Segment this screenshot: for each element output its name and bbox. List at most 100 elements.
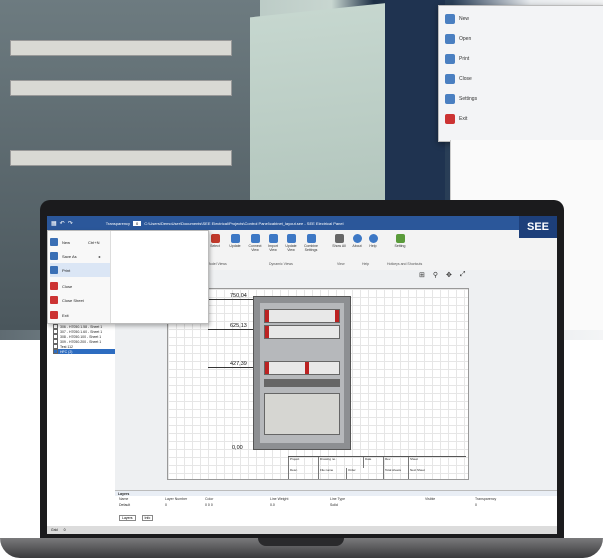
menu-label: Settings	[459, 96, 478, 102]
ribbon-button-setting[interactable]: Setting	[392, 234, 408, 248]
save-icon	[50, 252, 58, 260]
ribbon-group-label: View	[337, 262, 345, 266]
menu-item-close-sheet[interactable]: Close Sheet	[50, 293, 110, 307]
tree-item-selected[interactable]: HFC (2)	[53, 349, 115, 354]
terminal-block	[264, 393, 340, 435]
app-menu-icon[interactable]: ▦	[51, 220, 57, 227]
ribbon-button-combine-settings[interactable]: Combine Settings	[303, 234, 319, 252]
status-bar: Grid 0	[47, 526, 557, 534]
menu-item-print[interactable]: Print	[50, 263, 110, 277]
redo-icon[interactable]: ↷	[68, 220, 73, 227]
open-icon	[445, 34, 455, 44]
menu-label: Print	[459, 56, 470, 62]
menu-item-close[interactable]: Close	[50, 279, 110, 293]
layers-panel: Layers Name Layer Number Color Line Weig…	[115, 490, 557, 527]
app-window: ▦ ↶ ↷ Transparency 0 C:\Users\DemoUser\D…	[47, 216, 557, 534]
title-bar: ▦ ↶ ↷ Transparency 0 C:\Users\DemoUser\D…	[47, 216, 557, 230]
title-path: C:\Users\DemoUser\Documents\SEE Electric…	[144, 220, 344, 226]
ribbon-button-select[interactable]: Select	[207, 234, 223, 248]
settings-icon	[445, 94, 455, 104]
grid-toggle[interactable]: Grid	[51, 528, 58, 532]
din-rail	[10, 40, 232, 56]
zoom-icon[interactable]: ⚲	[433, 271, 438, 279]
ribbon-button-about[interactable]: About	[349, 234, 365, 248]
exit-icon	[445, 114, 455, 124]
info-icon	[352, 234, 362, 243]
file-menu-list: New Ctrl+N Save As ▸ Print Close Close She…	[48, 231, 111, 323]
drawing-sheet: 750,04 625,13 427,39 0,00 Project Drawin…	[167, 288, 469, 480]
ribbon-button-update[interactable]: Update	[227, 234, 243, 248]
ribbon-button-import-view[interactable]: Import View	[265, 234, 281, 252]
see-logo: SEE	[519, 216, 557, 238]
din-rail	[10, 150, 232, 166]
menu-label: Close	[459, 76, 472, 82]
dimension-line	[208, 367, 253, 368]
menu-item-new[interactable]: New Ctrl+N	[50, 235, 110, 249]
sheet-icon	[53, 349, 58, 354]
column-header[interactable]: Transparency	[475, 497, 496, 501]
tab-layers[interactable]: Layers	[119, 515, 136, 521]
din-rail	[10, 80, 232, 96]
device-row	[264, 361, 340, 375]
transparency-label: Transparency	[105, 220, 131, 226]
ribbon-group-label: Hotkeys and Shortcuts	[387, 262, 423, 266]
column-header[interactable]: Layer Number	[165, 497, 187, 501]
connect-view-icon	[250, 234, 260, 243]
dimension-line	[208, 299, 253, 300]
background-menu-window: New Open Print Close Settings Exit	[438, 5, 603, 142]
ribbon-group-label: Help	[362, 262, 370, 266]
view-tools: ⊞ ⚲ ✥ ⤢	[419, 271, 466, 279]
layers-title: Layers	[115, 491, 557, 496]
cable-duct	[264, 379, 340, 387]
layer-type[interactable]: Solid	[330, 503, 338, 507]
menu-item-exit[interactable]: Exit	[50, 308, 110, 322]
ribbon-button-show-all[interactable]: Show All	[331, 234, 347, 248]
layer-color[interactable]: 0 0 0	[205, 503, 213, 507]
column-header[interactable]: Color	[205, 497, 213, 501]
import-view-icon	[268, 234, 278, 243]
layer-number: 0	[165, 503, 167, 507]
ribbon-button-connect-view[interactable]: Connect View	[247, 234, 263, 252]
laptop-notch	[258, 538, 344, 546]
column-header[interactable]: Line Type	[330, 497, 345, 501]
menu-label: Open	[459, 36, 472, 42]
close-icon	[50, 282, 58, 290]
layer-transparency[interactable]: 0	[475, 503, 477, 507]
column-header[interactable]: Visible	[425, 497, 435, 501]
menu-label: Exit	[459, 116, 468, 122]
ribbon-button-update-view[interactable]: Update View	[283, 234, 299, 252]
exit-icon	[50, 311, 58, 319]
new-icon	[50, 238, 58, 246]
dimension-line	[208, 329, 253, 330]
menu-item-save-as[interactable]: Save As ▸	[50, 249, 110, 263]
eye-icon	[334, 234, 344, 243]
file-menu: New Ctrl+N Save As ▸ Print Close Close She…	[47, 230, 209, 324]
column-header[interactable]: Name	[119, 497, 128, 501]
update-icon	[230, 234, 240, 243]
print-icon	[445, 54, 455, 64]
cabinet-layout[interactable]	[253, 296, 351, 450]
column-header[interactable]: Line Weight	[270, 497, 288, 501]
update-view-icon	[286, 234, 296, 243]
undo-icon[interactable]: ↶	[60, 220, 65, 227]
select-icon	[210, 234, 220, 243]
device-row	[264, 325, 340, 339]
tab-info[interactable]: Info	[141, 515, 154, 521]
zoom-window-icon[interactable]: ⊞	[419, 271, 425, 279]
menu-label: New	[459, 16, 470, 22]
dimension-label: 0,00	[232, 445, 243, 451]
transparency-value[interactable]: 0	[133, 220, 142, 226]
ribbon-button-help[interactable]: Help	[365, 234, 381, 248]
device-row	[264, 309, 340, 323]
fit-icon[interactable]: ⤢	[460, 271, 466, 279]
background-wall	[385, 0, 445, 210]
help-icon	[368, 234, 378, 243]
title-block: Project Drawing no. Date Rev. Sheet Desc…	[288, 456, 466, 479]
pan-icon[interactable]: ✥	[446, 271, 452, 279]
ribbon-group-label: Model Views	[207, 262, 227, 266]
layers-tabs: Layers Info	[119, 515, 154, 521]
ribbon-group-label: Dynamic Views	[269, 262, 293, 266]
layer-weight[interactable]: 0.0	[270, 503, 275, 507]
layer-name[interactable]: Default	[119, 503, 130, 507]
new-icon	[445, 14, 455, 24]
